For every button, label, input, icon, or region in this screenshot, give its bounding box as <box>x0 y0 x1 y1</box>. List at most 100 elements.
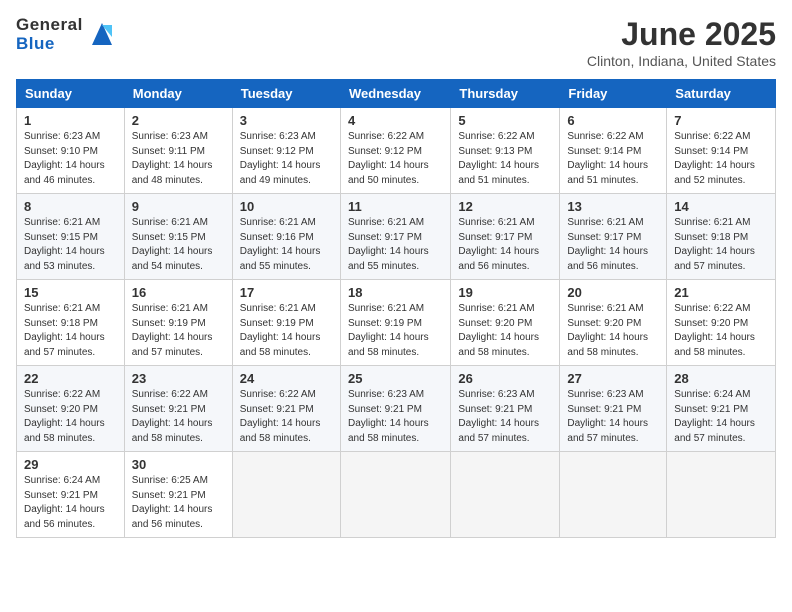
calendar-day-cell: 15 Sunrise: 6:21 AMSunset: 9:18 PMDaylig… <box>17 280 125 366</box>
calendar-day-cell: 1 Sunrise: 6:23 AMSunset: 9:10 PMDayligh… <box>17 108 125 194</box>
calendar-day-cell: 18 Sunrise: 6:21 AMSunset: 9:19 PMDaylig… <box>340 280 450 366</box>
day-info: Sunrise: 6:21 AMSunset: 9:15 PMDaylight:… <box>132 216 225 274</box>
day-info: Sunrise: 6:21 AMSunset: 9:17 PMDaylight:… <box>567 216 659 274</box>
day-number: 26 <box>458 371 552 386</box>
day-number: 2 <box>132 113 225 128</box>
day-info: Sunrise: 6:22 AMSunset: 9:14 PMDaylight:… <box>567 130 659 188</box>
calendar-day-cell: 17 Sunrise: 6:21 AMSunset: 9:19 PMDaylig… <box>232 280 340 366</box>
calendar-week-row: 1 Sunrise: 6:23 AMSunset: 9:10 PMDayligh… <box>17 108 776 194</box>
col-friday: Friday <box>560 80 667 108</box>
calendar-day-cell <box>232 452 340 538</box>
calendar-day-cell: 25 Sunrise: 6:23 AMSunset: 9:21 PMDaylig… <box>340 366 450 452</box>
col-tuesday: Tuesday <box>232 80 340 108</box>
day-number: 19 <box>458 285 552 300</box>
day-number: 1 <box>24 113 117 128</box>
day-info: Sunrise: 6:22 AMSunset: 9:21 PMDaylight:… <box>240 388 333 446</box>
day-number: 18 <box>348 285 443 300</box>
day-info: Sunrise: 6:23 AMSunset: 9:21 PMDaylight:… <box>458 388 552 446</box>
calendar-week-row: 8 Sunrise: 6:21 AMSunset: 9:15 PMDayligh… <box>17 194 776 280</box>
day-info: Sunrise: 6:23 AMSunset: 9:12 PMDaylight:… <box>240 130 333 188</box>
calendar-day-cell: 4 Sunrise: 6:22 AMSunset: 9:12 PMDayligh… <box>340 108 450 194</box>
day-number: 16 <box>132 285 225 300</box>
day-number: 29 <box>24 457 117 472</box>
day-number: 30 <box>132 457 225 472</box>
calendar-day-cell: 23 Sunrise: 6:22 AMSunset: 9:21 PMDaylig… <box>124 366 232 452</box>
logo-general: General <box>16 16 83 35</box>
day-number: 28 <box>674 371 768 386</box>
day-info: Sunrise: 6:22 AMSunset: 9:20 PMDaylight:… <box>674 302 768 360</box>
calendar-day-cell: 6 Sunrise: 6:22 AMSunset: 9:14 PMDayligh… <box>560 108 667 194</box>
calendar-week-row: 15 Sunrise: 6:21 AMSunset: 9:18 PMDaylig… <box>17 280 776 366</box>
day-number: 21 <box>674 285 768 300</box>
logo-icon <box>86 17 118 49</box>
day-info: Sunrise: 6:22 AMSunset: 9:14 PMDaylight:… <box>674 130 768 188</box>
col-wednesday: Wednesday <box>340 80 450 108</box>
day-info: Sunrise: 6:22 AMSunset: 9:13 PMDaylight:… <box>458 130 552 188</box>
day-number: 11 <box>348 199 443 214</box>
day-number: 8 <box>24 199 117 214</box>
location-title: Clinton, Indiana, United States <box>587 53 776 69</box>
calendar-day-cell: 27 Sunrise: 6:23 AMSunset: 9:21 PMDaylig… <box>560 366 667 452</box>
col-sunday: Sunday <box>17 80 125 108</box>
day-number: 24 <box>240 371 333 386</box>
calendar-day-cell: 12 Sunrise: 6:21 AMSunset: 9:17 PMDaylig… <box>451 194 560 280</box>
calendar-day-cell: 16 Sunrise: 6:21 AMSunset: 9:19 PMDaylig… <box>124 280 232 366</box>
calendar-header-row: Sunday Monday Tuesday Wednesday Thursday… <box>17 80 776 108</box>
day-info: Sunrise: 6:21 AMSunset: 9:19 PMDaylight:… <box>132 302 225 360</box>
day-info: Sunrise: 6:22 AMSunset: 9:20 PMDaylight:… <box>24 388 117 446</box>
col-saturday: Saturday <box>667 80 776 108</box>
day-info: Sunrise: 6:21 AMSunset: 9:20 PMDaylight:… <box>458 302 552 360</box>
day-number: 7 <box>674 113 768 128</box>
calendar-day-cell <box>667 452 776 538</box>
calendar-day-cell: 19 Sunrise: 6:21 AMSunset: 9:20 PMDaylig… <box>451 280 560 366</box>
day-info: Sunrise: 6:21 AMSunset: 9:18 PMDaylight:… <box>24 302 117 360</box>
day-number: 3 <box>240 113 333 128</box>
day-info: Sunrise: 6:21 AMSunset: 9:19 PMDaylight:… <box>240 302 333 360</box>
day-info: Sunrise: 6:24 AMSunset: 9:21 PMDaylight:… <box>24 474 117 532</box>
day-info: Sunrise: 6:24 AMSunset: 9:21 PMDaylight:… <box>674 388 768 446</box>
calendar-day-cell <box>451 452 560 538</box>
day-info: Sunrise: 6:21 AMSunset: 9:17 PMDaylight:… <box>348 216 443 274</box>
day-number: 9 <box>132 199 225 214</box>
calendar-day-cell: 11 Sunrise: 6:21 AMSunset: 9:17 PMDaylig… <box>340 194 450 280</box>
calendar-day-cell <box>560 452 667 538</box>
calendar-day-cell: 10 Sunrise: 6:21 AMSunset: 9:16 PMDaylig… <box>232 194 340 280</box>
title-block: June 2025 Clinton, Indiana, United State… <box>587 16 776 69</box>
logo-blue: Blue <box>16 35 83 54</box>
day-info: Sunrise: 6:21 AMSunset: 9:17 PMDaylight:… <box>458 216 552 274</box>
calendar-day-cell: 28 Sunrise: 6:24 AMSunset: 9:21 PMDaylig… <box>667 366 776 452</box>
page-header: General Blue June 2025 Clinton, Indiana,… <box>16 16 776 69</box>
day-info: Sunrise: 6:23 AMSunset: 9:21 PMDaylight:… <box>348 388 443 446</box>
day-number: 13 <box>567 199 659 214</box>
calendar-day-cell: 13 Sunrise: 6:21 AMSunset: 9:17 PMDaylig… <box>560 194 667 280</box>
calendar-day-cell: 29 Sunrise: 6:24 AMSunset: 9:21 PMDaylig… <box>17 452 125 538</box>
calendar-day-cell: 26 Sunrise: 6:23 AMSunset: 9:21 PMDaylig… <box>451 366 560 452</box>
day-info: Sunrise: 6:25 AMSunset: 9:21 PMDaylight:… <box>132 474 225 532</box>
day-number: 14 <box>674 199 768 214</box>
col-thursday: Thursday <box>451 80 560 108</box>
calendar-day-cell: 5 Sunrise: 6:22 AMSunset: 9:13 PMDayligh… <box>451 108 560 194</box>
calendar-table: Sunday Monday Tuesday Wednesday Thursday… <box>16 79 776 538</box>
day-number: 6 <box>567 113 659 128</box>
day-number: 15 <box>24 285 117 300</box>
calendar-day-cell: 14 Sunrise: 6:21 AMSunset: 9:18 PMDaylig… <box>667 194 776 280</box>
day-number: 22 <box>24 371 117 386</box>
calendar-day-cell: 20 Sunrise: 6:21 AMSunset: 9:20 PMDaylig… <box>560 280 667 366</box>
day-number: 5 <box>458 113 552 128</box>
day-number: 27 <box>567 371 659 386</box>
day-info: Sunrise: 6:21 AMSunset: 9:16 PMDaylight:… <box>240 216 333 274</box>
calendar-day-cell: 7 Sunrise: 6:22 AMSunset: 9:14 PMDayligh… <box>667 108 776 194</box>
day-number: 23 <box>132 371 225 386</box>
col-monday: Monday <box>124 80 232 108</box>
day-info: Sunrise: 6:22 AMSunset: 9:12 PMDaylight:… <box>348 130 443 188</box>
day-info: Sunrise: 6:21 AMSunset: 9:15 PMDaylight:… <box>24 216 117 274</box>
calendar-day-cell: 8 Sunrise: 6:21 AMSunset: 9:15 PMDayligh… <box>17 194 125 280</box>
day-number: 12 <box>458 199 552 214</box>
calendar-day-cell: 22 Sunrise: 6:22 AMSunset: 9:20 PMDaylig… <box>17 366 125 452</box>
calendar-day-cell: 30 Sunrise: 6:25 AMSunset: 9:21 PMDaylig… <box>124 452 232 538</box>
day-number: 17 <box>240 285 333 300</box>
day-info: Sunrise: 6:23 AMSunset: 9:10 PMDaylight:… <box>24 130 117 188</box>
day-number: 10 <box>240 199 333 214</box>
month-title: June 2025 <box>587 16 776 53</box>
calendar-day-cell: 24 Sunrise: 6:22 AMSunset: 9:21 PMDaylig… <box>232 366 340 452</box>
